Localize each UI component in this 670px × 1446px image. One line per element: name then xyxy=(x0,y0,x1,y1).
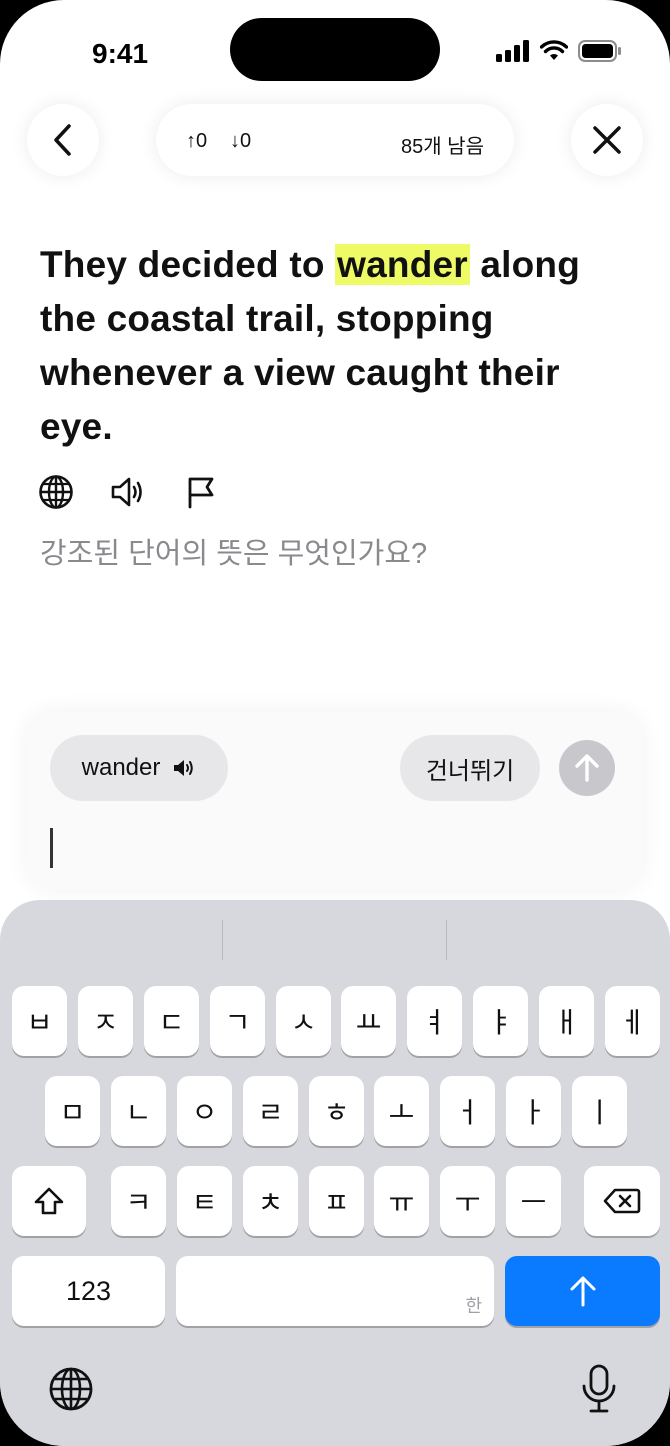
speaker-icon[interactable] xyxy=(110,474,146,510)
key[interactable]: ㅋ xyxy=(111,1166,166,1236)
key[interactable]: ㅏ xyxy=(506,1076,561,1146)
remaining-count: 85개 남음 xyxy=(400,136,484,158)
answer-input[interactable] xyxy=(47,820,617,876)
key[interactable]: ㅓ xyxy=(440,1076,495,1146)
close-icon xyxy=(593,126,621,154)
key[interactable]: ㅅ xyxy=(276,986,331,1056)
up-count: ↑0 xyxy=(186,130,208,152)
dynamic-island xyxy=(230,18,440,81)
example-sentence: They decided to wander along the coastal… xyxy=(40,238,630,454)
shift-icon xyxy=(34,1187,64,1215)
return-key[interactable] xyxy=(505,1256,660,1326)
key[interactable]: ㄱ xyxy=(210,986,265,1056)
key[interactable]: ㅁ xyxy=(45,1076,100,1146)
back-button[interactable] xyxy=(27,104,99,176)
globe-icon[interactable] xyxy=(38,474,74,510)
key[interactable]: ㅍ xyxy=(309,1166,364,1236)
korean-keyboard: ㅂ ㅈ ㄷ ㄱ ㅅ ㅛ ㅕ ㅑ ㅐ ㅔ ㅁ ㄴ ㅇ ㄹ ㅎ ㅗ ㅓ ㅏ ㅣ ㅋ … xyxy=(0,900,670,1446)
answer-card: wander 건너뛰기 xyxy=(27,712,643,890)
send-button[interactable] xyxy=(559,740,615,796)
signal-icon xyxy=(496,40,529,62)
key[interactable]: ㅣ xyxy=(572,1076,627,1146)
globe-icon[interactable] xyxy=(48,1366,94,1412)
sentence-tools xyxy=(38,474,258,510)
phone-screen: 9:41 ↑0 ↓0 85개 남음 They decided to wander… xyxy=(0,0,670,1446)
key[interactable]: ㅊ xyxy=(243,1166,298,1236)
arrow-up-icon xyxy=(570,1276,595,1307)
skip-label: 건너뛰기 xyxy=(425,757,515,785)
status-time: 9:41 xyxy=(92,38,149,69)
microphone-icon[interactable] xyxy=(580,1364,618,1414)
shift-key[interactable] xyxy=(12,1166,86,1236)
status-icons xyxy=(496,40,622,62)
key[interactable]: ㅡ xyxy=(506,1166,561,1236)
flag-icon[interactable] xyxy=(184,474,220,510)
key[interactable]: ㅎ xyxy=(309,1076,364,1146)
key[interactable]: ㅗ xyxy=(374,1076,429,1146)
speaker-small-icon xyxy=(174,760,194,776)
question-prompt: 강조된 단어의 뜻은 무엇인가요? xyxy=(40,538,428,570)
highlighted-word: wander xyxy=(335,244,470,285)
suggestion-divider xyxy=(446,920,447,960)
key[interactable]: ㅂ xyxy=(12,986,67,1056)
word-audio-chip[interactable]: wander xyxy=(50,735,228,801)
key[interactable]: ㅐ xyxy=(539,986,594,1056)
top-bar: ↑0 ↓0 85개 남음 xyxy=(0,100,670,180)
close-button[interactable] xyxy=(571,104,643,176)
key[interactable]: ㅇ xyxy=(177,1076,232,1146)
key[interactable]: ㄴ xyxy=(111,1076,166,1146)
status-bar: 9:41 xyxy=(0,0,670,100)
key[interactable]: ㅑ xyxy=(473,986,528,1056)
key[interactable]: ㅌ xyxy=(177,1166,232,1236)
key[interactable]: ㅛ xyxy=(341,986,396,1056)
chevron-left-icon xyxy=(54,124,71,156)
space-language-hint: 한 xyxy=(465,1296,482,1317)
skip-button[interactable]: 건너뛰기 xyxy=(400,735,540,801)
key[interactable]: ㅕ xyxy=(407,986,462,1056)
arrow-up-icon xyxy=(575,754,599,782)
key[interactable]: ㄹ xyxy=(243,1076,298,1146)
wifi-icon xyxy=(540,40,568,60)
down-count: ↓0 xyxy=(230,130,252,152)
word-chip-label: wander xyxy=(81,754,161,781)
key[interactable]: ㅠ xyxy=(374,1166,429,1236)
battery-icon xyxy=(578,40,621,62)
progress-pill: ↑0 ↓0 85개 남음 xyxy=(156,104,514,176)
suggestion-divider xyxy=(222,920,223,960)
key[interactable]: ㄷ xyxy=(144,986,199,1056)
key[interactable]: ㅔ xyxy=(605,986,660,1056)
sentence-before: They decided to xyxy=(40,244,336,285)
key[interactable]: ㅈ xyxy=(78,986,133,1056)
delete-key[interactable] xyxy=(584,1166,660,1236)
text-caret xyxy=(50,828,53,868)
backspace-icon xyxy=(603,1188,641,1214)
key[interactable]: ㅜ xyxy=(440,1166,495,1236)
numbers-key[interactable]: 123 xyxy=(12,1256,165,1326)
space-key[interactable]: 한 xyxy=(176,1256,494,1326)
